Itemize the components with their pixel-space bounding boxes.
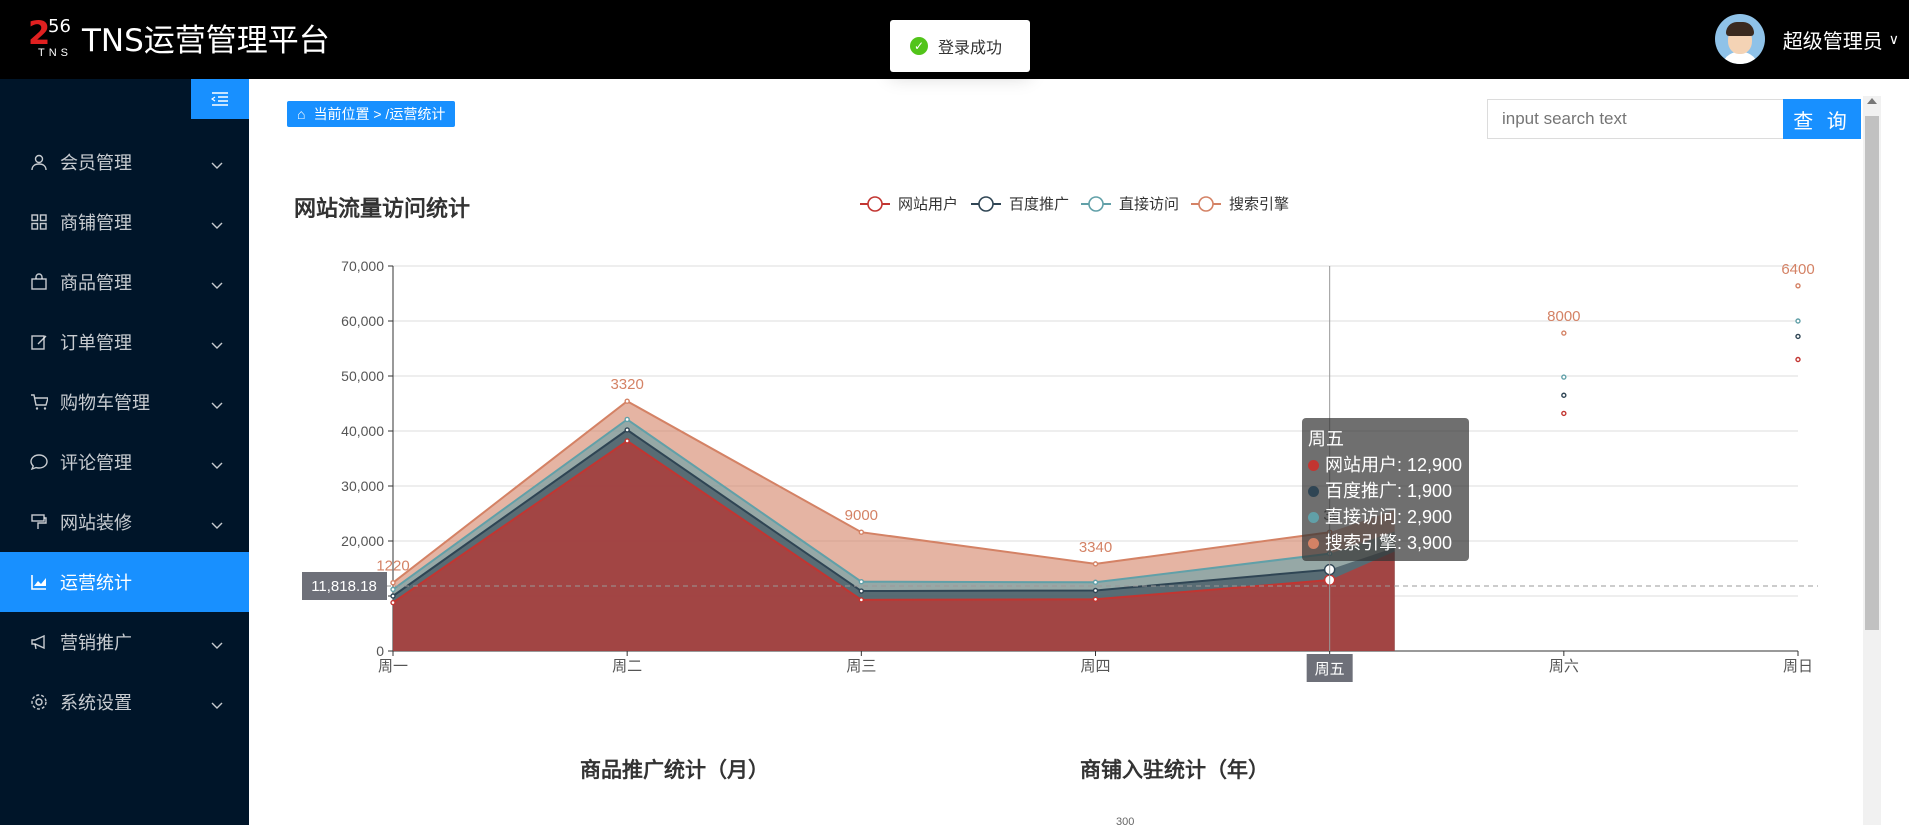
data-label: 3340 [1079,539,1112,556]
data-label: 9000 [845,507,878,524]
data-point[interactable] [390,579,396,586]
x-tick-label: 周五 [1315,661,1345,678]
data-point[interactable] [624,438,630,444]
data-point[interactable] [390,586,396,593]
data-point[interactable] [1795,356,1801,363]
series-dot-icon [1308,459,1319,471]
data-point[interactable] [1561,410,1567,417]
legend-item-label: 百度推广 [1009,196,1069,213]
legend-marker-icon[interactable] [1198,196,1214,212]
data-point[interactable] [624,398,630,404]
y-tick-label: 70,000 [341,258,384,274]
tooltip-row: 百度推广: 1,900 [1308,478,1463,504]
x-tick-label: 周一 [378,658,408,675]
y-tick-label: 60,000 [341,313,384,329]
x-tick-label: 周四 [1080,658,1110,675]
tooltip-row-text: 直接访问: 2,900 [1325,507,1453,527]
data-point[interactable] [1092,596,1099,602]
scroll-up-arrow-icon[interactable] [1867,98,1877,104]
data-point[interactable] [1795,333,1801,340]
data-point[interactable] [1561,330,1567,336]
data-point[interactable] [1092,579,1099,585]
y-tick-label: 50,000 [341,368,384,384]
traffic-area-chart[interactable]: 020,00030,00040,00050,00060,00070,000122… [0,0,1860,700]
x-tick-label: 周三 [846,658,876,675]
data-point[interactable] [858,597,865,603]
data-point[interactable] [1795,318,1801,324]
scrollbar[interactable] [1863,96,1881,825]
tooltip-row: 网站用户: 12,900 [1308,452,1463,478]
chevron-down-icon[interactable]: ∨ [1889,31,1899,48]
data-point[interactable] [1092,561,1099,567]
y-tick-label: 30,000 [341,478,384,494]
data-label: 6400 [1781,261,1814,278]
scroll-thumb[interactable] [1865,116,1879,630]
data-point[interactable] [858,588,865,594]
data-point[interactable] [858,579,865,585]
legend-item-label: 网站用户 [898,196,958,213]
chart-tooltip: 周五 网站用户: 12,900 百度推广: 1,900 直接访问: 2,900 搜索引… [1302,418,1469,561]
y-tick-label: 0 [376,643,384,659]
data-point[interactable] [1561,374,1567,380]
tooltip-row-text: 搜索引擎: 3,900 [1325,533,1453,553]
tooltip-row-text: 百度推广: 1,900 [1325,481,1453,501]
legend-marker-icon[interactable] [867,196,883,212]
tooltip-row-text: 网站用户: 12,900 [1325,455,1463,475]
data-point[interactable] [1092,587,1099,594]
y-tick-label: 40,000 [341,423,384,439]
data-point[interactable] [624,427,630,433]
axis-stub-label: 300 [1116,816,1135,828]
data-point[interactable] [1561,392,1567,398]
data-label: 8000 [1547,308,1580,325]
tooltip-row: 搜索引擎: 3,900 [1308,530,1463,556]
legend-marker-icon[interactable] [1088,196,1104,212]
data-point[interactable] [390,599,396,606]
y-tick-label: 20,000 [341,533,384,549]
data-point[interactable] [1795,283,1801,289]
data-label: 3320 [610,376,643,393]
axis-pointer-y-label: 11,818.18 [311,578,377,595]
data-point[interactable] [624,416,630,423]
legend-item-label: 搜索引擎 [1229,196,1289,213]
x-tick-label: 周日 [1783,658,1813,675]
data-point[interactable] [390,593,396,599]
shop-join-chart-title: 商铺入驻统计（年） [1080,759,1269,782]
legend-item-label: 直接访问 [1119,196,1179,213]
promotion-chart-title: 商品推广统计（月） [580,759,769,782]
series-dot-icon [1308,485,1319,497]
legend-marker-icon[interactable] [978,196,994,212]
tooltip-title: 周五 [1308,429,1344,449]
data-point[interactable] [858,529,865,535]
tooltip-row: 直接访问: 2,900 [1308,504,1463,530]
x-tick-label: 周六 [1549,658,1579,675]
series-dot-icon [1308,511,1319,523]
x-tick-label: 周二 [612,658,642,675]
series-dot-icon [1308,537,1319,549]
